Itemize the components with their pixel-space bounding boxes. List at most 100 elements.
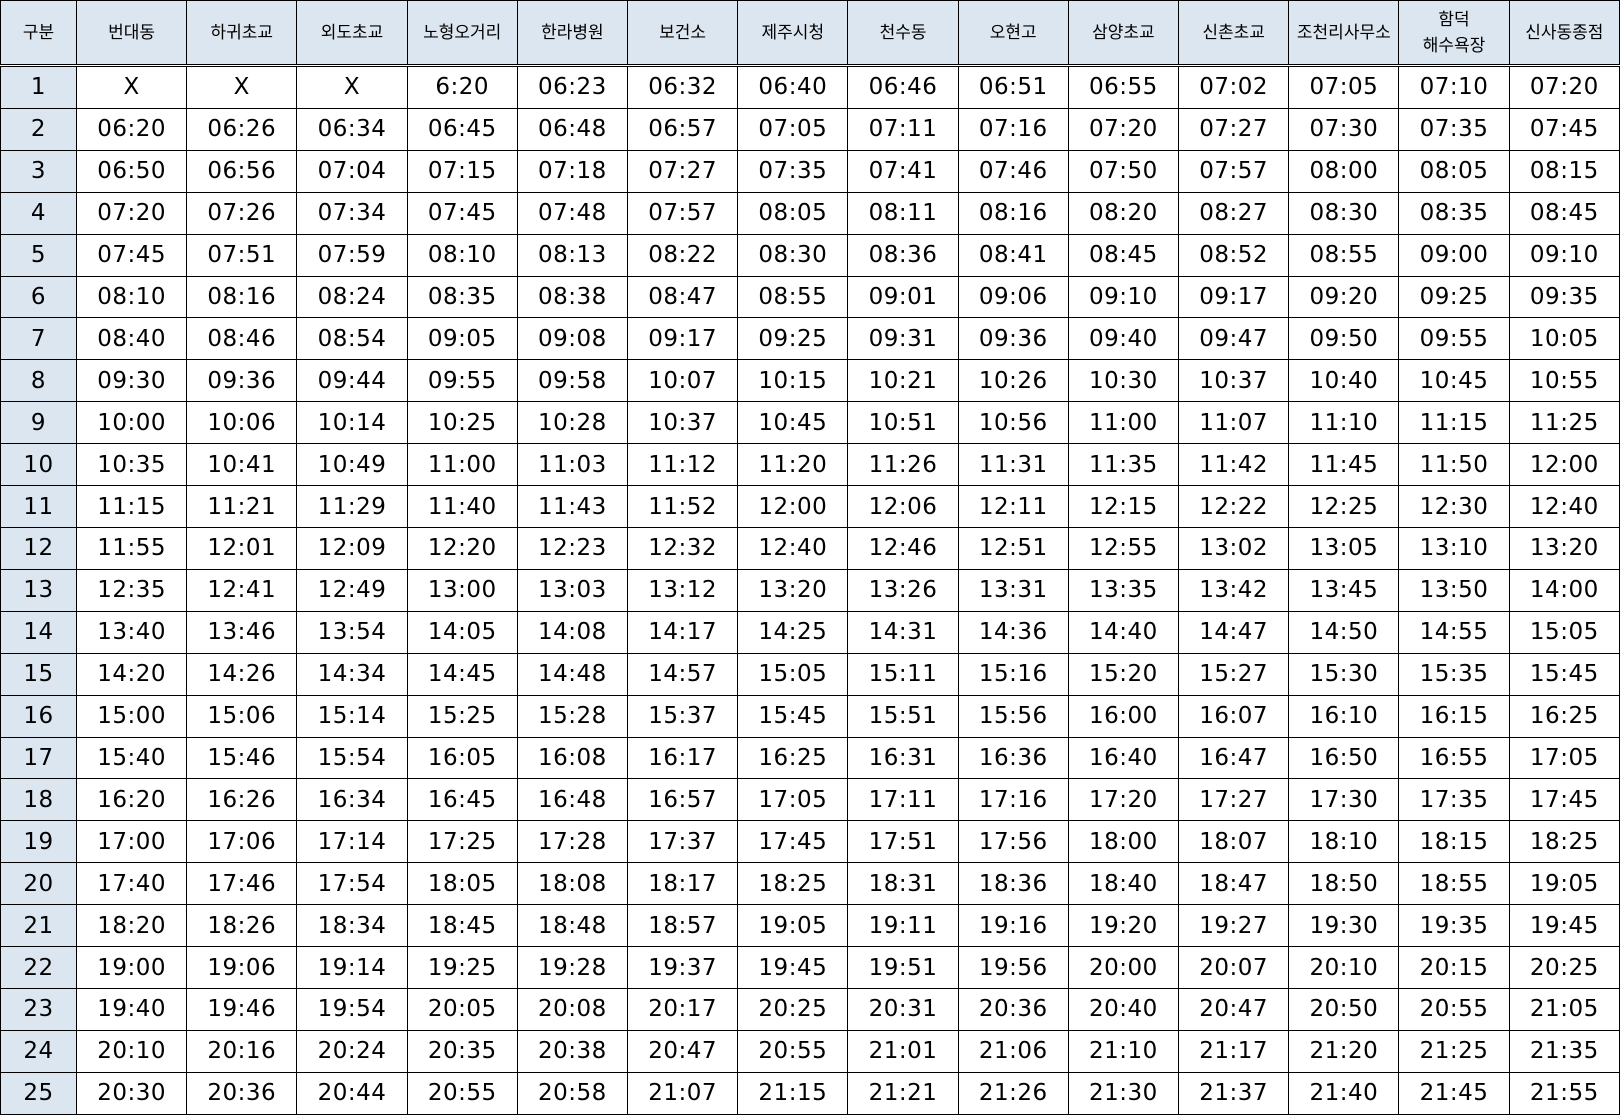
table-row: 6 08:10 08:16 08:24 08:35 08:38 08:47 08:55 09:0… <box>0 275 1621 319</box>
table-row: 20 17:40 17:46 17:54 18:05 18:08 18:17 18:25 18:… <box>0 862 1621 906</box>
departure-time: 09:10 <box>1067 275 1180 319</box>
row-number: 8 <box>0 359 77 403</box>
departure-time: 6:20 <box>406 65 518 109</box>
departure-time: 17:46 <box>186 862 298 906</box>
departure-time: 20:15 <box>1398 946 1510 989</box>
departure-time: 16:20 <box>75 778 188 822</box>
departure-time: 10:45 <box>737 401 849 445</box>
header-stop: 오현고 <box>957 0 1069 67</box>
departure-time: 20:31 <box>847 987 959 1031</box>
departure-time: 06:50 <box>75 149 188 193</box>
departure-time: 14:57 <box>627 652 739 696</box>
departure-time: 20:36 <box>186 1071 298 1116</box>
departure-time: 16:05 <box>406 736 518 780</box>
departure-time: 07:46 <box>957 149 1069 193</box>
departure-time: 17:30 <box>1288 778 1400 822</box>
departure-time: 10:35 <box>75 443 188 487</box>
row-number: 10 <box>0 443 77 487</box>
departure-time: 11:29 <box>296 485 408 528</box>
departure-time: 07:15 <box>406 149 518 193</box>
departure-time: 18:40 <box>1067 862 1180 906</box>
departure-time: 18:07 <box>1178 820 1290 864</box>
departure-time: 10:14 <box>296 401 408 445</box>
departure-time: 15:16 <box>957 652 1069 696</box>
departure-time: 06:34 <box>296 107 408 151</box>
departure-time: 12:35 <box>75 568 188 612</box>
departure-time: 10:07 <box>627 359 739 403</box>
departure-time: 09:58 <box>516 359 629 403</box>
departure-time: 10:37 <box>1178 359 1290 403</box>
departure-time: 20:58 <box>516 1071 629 1116</box>
departure-time: 17:28 <box>516 820 629 864</box>
departure-time: 13:45 <box>1288 568 1400 612</box>
table-row: 19 17:00 17:06 17:14 17:25 17:28 17:37 17:45 17:… <box>0 820 1621 864</box>
departure-time: 18:10 <box>1288 820 1400 864</box>
departure-time: 07:04 <box>296 149 408 193</box>
departure-time: 11:42 <box>1178 443 1290 487</box>
departure-time: 13:05 <box>1288 527 1400 570</box>
departure-time: 09:55 <box>1398 317 1510 361</box>
header-stop: 하귀초교 <box>186 0 298 67</box>
departure-time: 15:27 <box>1178 652 1290 696</box>
departure-time: 15:30 <box>1288 652 1400 696</box>
departure-time: 16:25 <box>737 736 849 780</box>
departure-time: 11:52 <box>627 485 739 528</box>
departure-time: 20:17 <box>627 987 739 1031</box>
table-row: 15 14:20 14:26 14:34 14:45 14:48 14:57 15:05 15:… <box>0 652 1621 696</box>
departure-time: 06:51 <box>957 65 1069 109</box>
departure-time: 07:57 <box>627 191 739 235</box>
departure-time: X <box>186 65 298 109</box>
departure-time: 08:11 <box>847 191 959 235</box>
departure-time: 08:27 <box>1178 191 1290 235</box>
departure-time: 09:05 <box>406 317 518 361</box>
departure-time: 06:26 <box>186 107 298 151</box>
departure-time: 16:15 <box>1398 694 1510 738</box>
departure-time: X <box>75 65 188 109</box>
departure-time: 20:25 <box>737 987 849 1031</box>
departure-time: 10:40 <box>1288 359 1400 403</box>
departure-time: 07:18 <box>516 149 629 193</box>
departure-time: 10:37 <box>627 401 739 445</box>
departure-time: 19:37 <box>627 946 739 989</box>
departure-time: 16:26 <box>186 778 298 822</box>
departure-time: 07:50 <box>1067 149 1180 193</box>
departure-time: 06:32 <box>627 65 739 109</box>
departure-time: 20:25 <box>1508 946 1621 989</box>
departure-time: 14:31 <box>847 610 959 654</box>
departure-time: 07:45 <box>406 191 518 235</box>
departure-time: 08:45 <box>1508 191 1621 235</box>
departure-time: 12:49 <box>296 568 408 612</box>
departure-time: 08:40 <box>75 317 188 361</box>
departure-time: 08:55 <box>1288 233 1400 277</box>
departure-time: 14:26 <box>186 652 298 696</box>
table-row: 18 16:20 16:26 16:34 16:45 16:48 16:57 17:05 17:… <box>0 778 1621 822</box>
departure-time: 21:40 <box>1288 1071 1400 1116</box>
departure-time: 08:22 <box>627 233 739 277</box>
departure-time: 13:35 <box>1067 568 1180 612</box>
departure-time: 11:21 <box>186 485 298 528</box>
departure-time: 12:00 <box>1508 443 1621 487</box>
departure-time: 17:00 <box>75 820 188 864</box>
departure-time: 11:12 <box>627 443 739 487</box>
table-row: 22 19:00 19:06 19:14 19:25 19:28 19:37 19:45 19:… <box>0 946 1621 989</box>
departure-time: 20:10 <box>75 1029 188 1073</box>
departure-time: 16:48 <box>516 778 629 822</box>
departure-time: 14:48 <box>516 652 629 696</box>
row-number: 23 <box>0 987 77 1031</box>
departure-time: 10:25 <box>406 401 518 445</box>
departure-time: 20:40 <box>1067 987 1180 1031</box>
header-stop: 번대동 <box>75 0 188 67</box>
table-row: 2 06:20 06:26 06:34 06:45 06:48 06:57 07:05 07:1… <box>0 107 1621 151</box>
departure-time: 14:34 <box>296 652 408 696</box>
departure-time: 09:10 <box>1508 233 1621 277</box>
departure-time: 16:55 <box>1398 736 1510 780</box>
departure-time: 11:10 <box>1288 401 1400 445</box>
departure-time: 19:51 <box>847 946 959 989</box>
departure-time: 08:20 <box>1067 191 1180 235</box>
departure-time: 11:55 <box>75 527 188 570</box>
row-number: 6 <box>0 275 77 319</box>
departure-time: 19:56 <box>957 946 1069 989</box>
departure-time: 13:12 <box>627 568 739 612</box>
departure-time: 08:54 <box>296 317 408 361</box>
departure-time: 18:50 <box>1288 862 1400 906</box>
